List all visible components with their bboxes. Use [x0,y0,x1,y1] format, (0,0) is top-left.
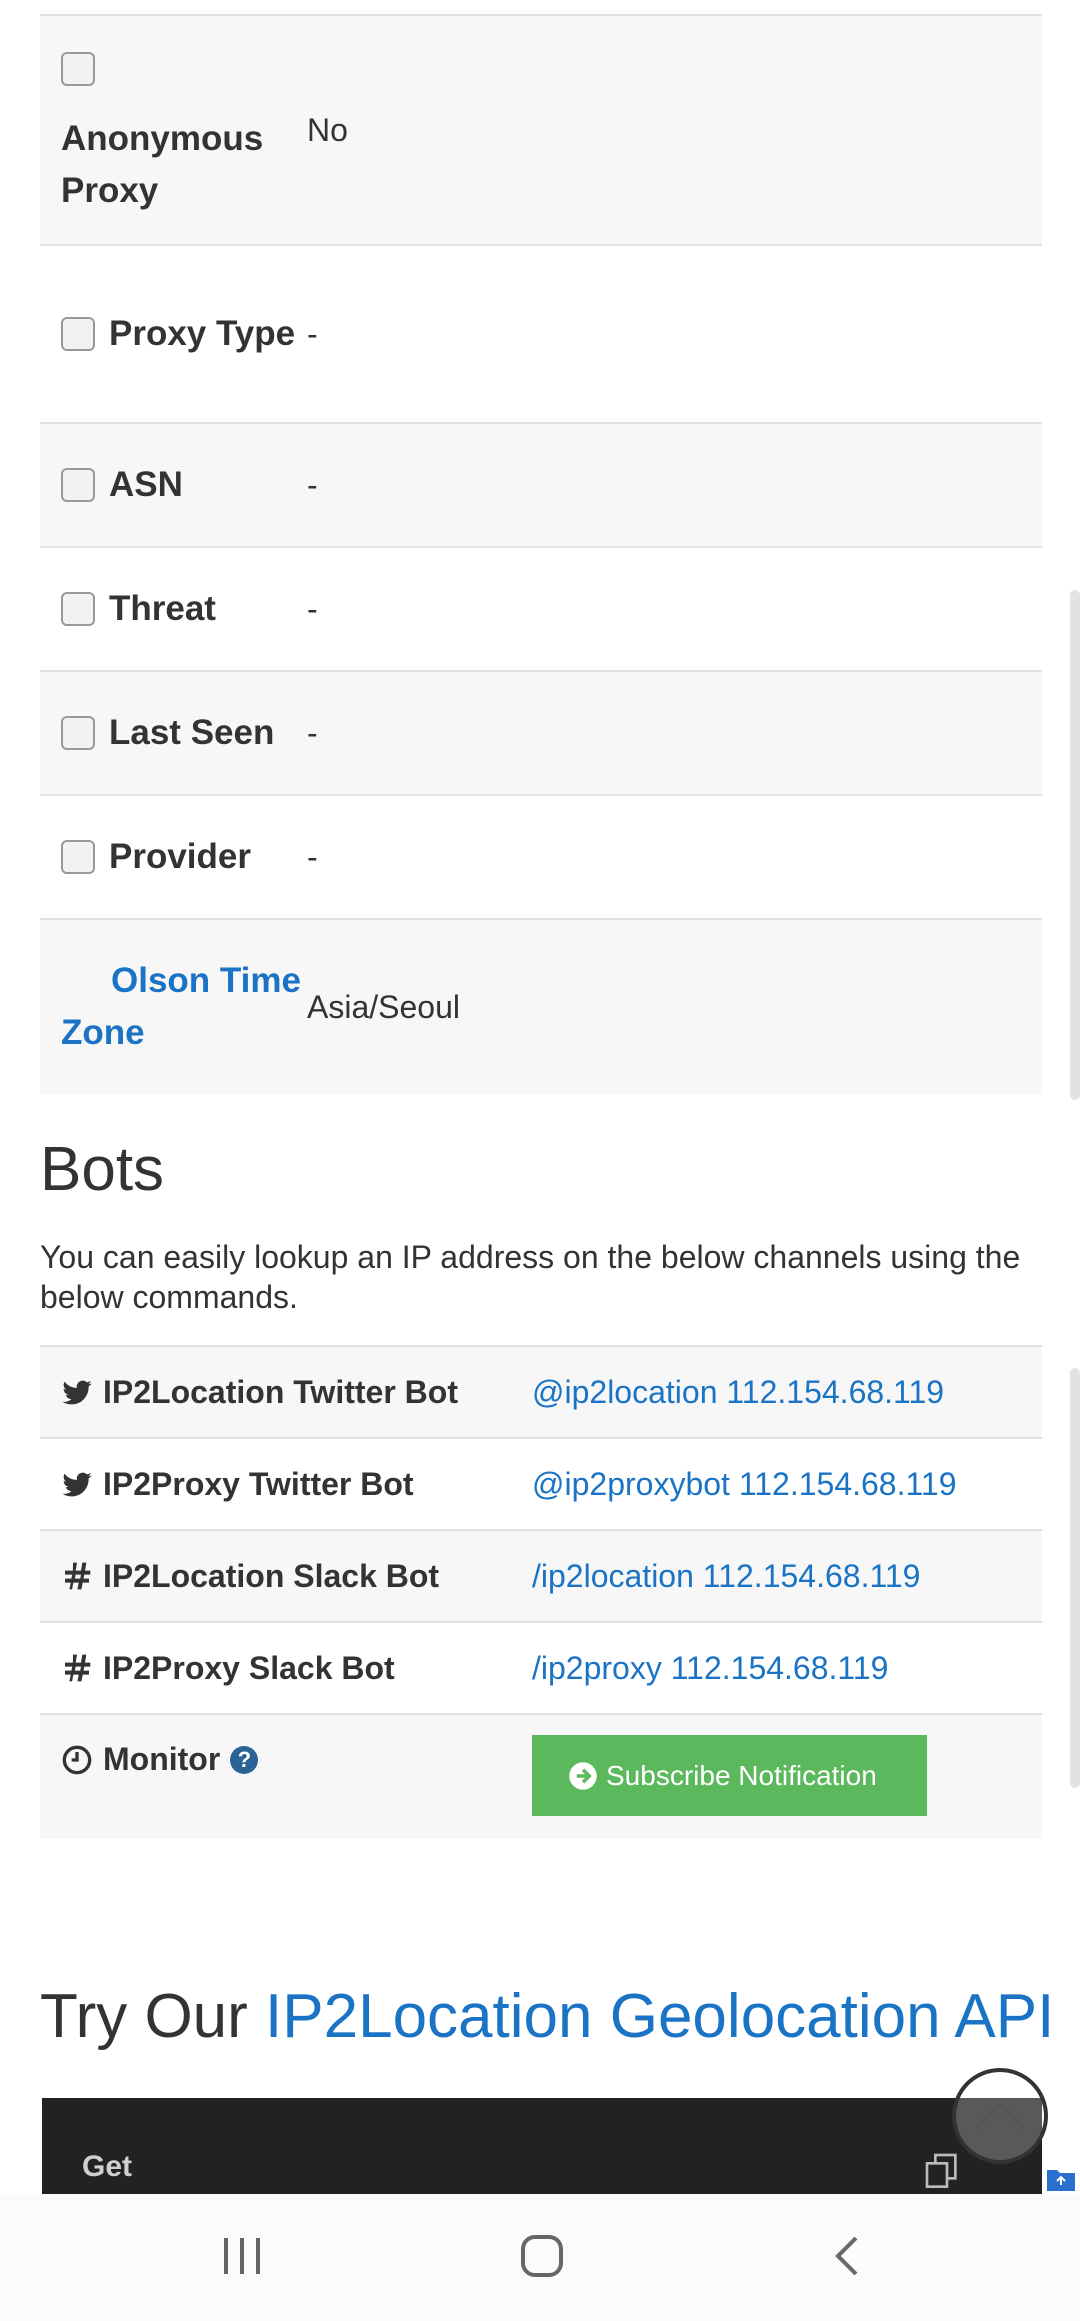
row-asn: ASN - [40,424,1042,548]
code-block: Get [42,2098,1042,2194]
clock-icon [62,1745,92,1774]
bot-label: IP2Location Twitter Bot [103,1373,458,1410]
api-heading: Try Our IP2Location Geolocation API [40,1981,1054,2052]
system-navigation-bar [0,2194,1080,2321]
subscribe-notification-label: Subscribe Notification [606,1759,877,1791]
subscribe-notification-button[interactable]: Subscribe Notification [532,1735,927,1816]
bots-table: IP2Location Twitter Bot @ip2location 112… [40,1345,1042,1839]
row-proxy-type: Proxy Type - [40,246,1042,424]
bot-command-link[interactable]: @ip2proxybot 112.154.68.119 [532,1466,1042,1503]
provider-checkbox[interactable] [61,840,95,874]
bot-command-link[interactable]: /ip2proxy 112.154.68.119 [532,1650,1042,1687]
recent-apps-icon[interactable] [220,2234,264,2278]
back-icon[interactable] [826,2234,870,2278]
row-olson-time-zone: Olson Time Zone Asia/Seoul [40,920,1042,1094]
bot-command-link[interactable]: @ip2location 112.154.68.119 [532,1374,1042,1411]
anonymous-proxy-label: Anonymous Proxy [61,119,264,210]
threat-label: Threat [109,589,216,628]
row-provider: Provider - [40,796,1042,920]
arrow-circle-right-icon [569,1761,597,1790]
bots-description: You can easily lookup an IP address on t… [40,1239,1021,1315]
threat-value: - [307,590,318,627]
bots-heading: Bots [40,1135,165,1204]
scroll-to-top-button[interactable] [952,2068,1048,2164]
last-seen-value: - [307,714,318,751]
bot-row: IP2Location Twitter Bot @ip2location 112… [40,1347,1042,1439]
provider-label: Provider [109,837,251,876]
twitter-icon [62,1472,92,1497]
monitor-row: Monitor ? Subscribe Notification [40,1715,1042,1839]
asn-value: - [307,466,318,503]
proxy-type-checkbox[interactable] [61,317,95,351]
row-last-seen: Last Seen - [40,672,1042,796]
http-method: Get [82,2150,133,2183]
olson-time-zone-link[interactable]: Olson Time Zone [40,955,302,1059]
proxy-type-value: - [307,315,318,352]
chevron-up-icon [974,2102,1026,2131]
copy-icon[interactable] [922,2150,962,2190]
row-anonymous-proxy: Anonymous Proxy No [40,16,1042,246]
proxy-type-label: Proxy Type [109,314,296,353]
bot-row: IP2Proxy Twitter Bot @ip2proxybot 112.15… [40,1439,1042,1531]
bot-label: IP2Proxy Twitter Bot [103,1465,414,1502]
scrollbar[interactable] [1070,1368,1080,1788]
anonymous-proxy-checkbox[interactable] [61,52,95,86]
bot-label: IP2Proxy Slack Bot [103,1649,395,1686]
olson-time-zone-value: Asia/Seoul [307,988,460,1025]
last-seen-checkbox[interactable] [61,716,95,750]
api-heading-prefix: Try Our [40,1982,248,2051]
anonymous-proxy-value: No [307,111,348,148]
slack-icon [65,1654,91,1682]
twitter-icon [62,1380,92,1405]
proxy-table: Anonymous Proxy No Proxy Type - ASN - Th… [40,14,1042,1094]
slack-icon [65,1562,91,1590]
bot-label: IP2Location Slack Bot [103,1557,440,1594]
asn-checkbox[interactable] [61,468,95,502]
help-icon[interactable]: ? [230,1745,259,1774]
home-icon[interactable] [520,2234,564,2278]
folder-icon[interactable] [1046,2166,1076,2192]
threat-checkbox[interactable] [61,592,95,626]
geolocation-api-link[interactable]: IP2Location Geolocation API [265,1982,1054,2051]
side-panel-edge [1070,590,1080,1100]
bot-row: IP2Proxy Slack Bot /ip2proxy 112.154.68.… [40,1623,1042,1715]
provider-value: - [307,838,318,875]
bot-row: IP2Location Slack Bot /ip2location 112.1… [40,1531,1042,1623]
row-threat: Threat - [40,548,1042,672]
bot-command-link[interactable]: /ip2location 112.154.68.119 [532,1558,1042,1595]
asn-label: ASN [109,465,183,504]
olson-time-zone-label: Olson Time Zone [61,961,301,1052]
last-seen-label: Last Seen [109,713,275,752]
monitor-label: Monitor [103,1741,221,1777]
